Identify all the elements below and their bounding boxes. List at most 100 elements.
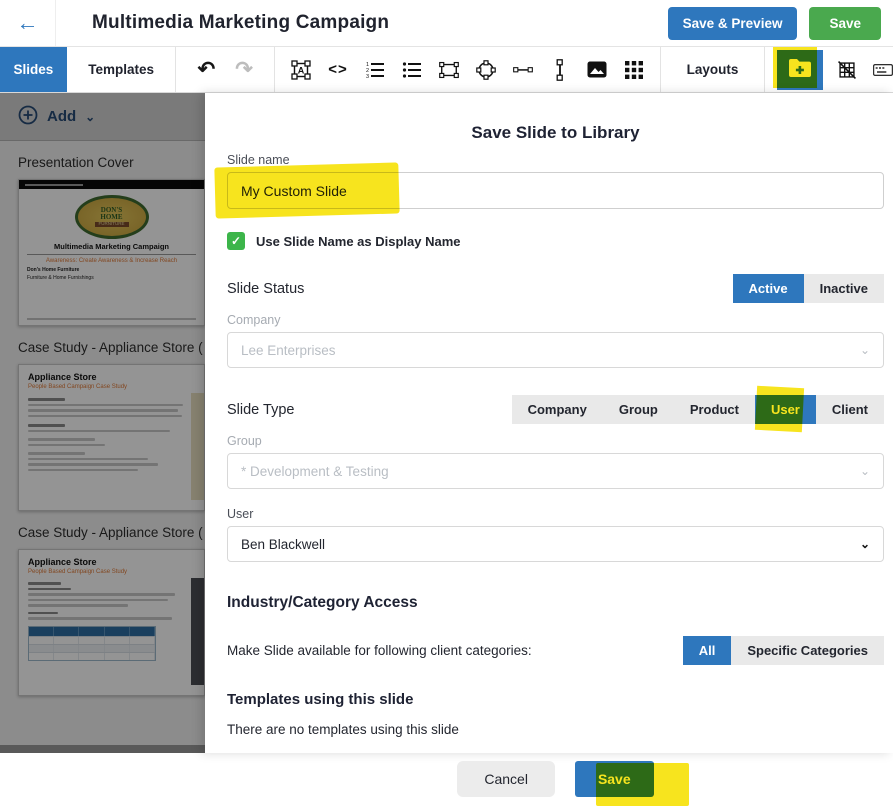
thumbnail-text-line xyxy=(28,458,148,461)
undo-icon[interactable]: ↶ xyxy=(198,57,216,82)
add-slide-button[interactable]: Add ⌄ xyxy=(0,93,205,141)
thumbnail-text-line xyxy=(28,604,128,607)
svg-text:A: A xyxy=(298,65,305,75)
image-icon[interactable] xyxy=(587,60,607,80)
slide-thumbnail-case-study-1[interactable]: Appliance Store People Based Campaign Ca… xyxy=(18,364,205,511)
folder-plus-icon xyxy=(788,58,812,81)
type-option-product[interactable]: Product xyxy=(674,395,755,424)
modal-save-button[interactable]: Save xyxy=(575,761,654,797)
ellipse-shape-icon[interactable] xyxy=(476,60,496,80)
category-option-all[interactable]: All xyxy=(683,636,732,665)
thumbnail-text-line xyxy=(28,463,158,466)
slide-type-label: Slide Type xyxy=(227,402,294,418)
thumbnail-text-line xyxy=(28,617,172,620)
status-option-inactive[interactable]: Inactive xyxy=(804,274,884,303)
slide-label-case-study-2: Case Study - Appliance Store ( xyxy=(0,511,205,549)
thumbnail-text-line xyxy=(28,409,178,412)
thumbnail-table xyxy=(28,626,156,661)
category-access-toggle: All Specific Categories xyxy=(683,636,884,665)
group-label: Group xyxy=(227,434,884,448)
thumbnail-subtitle: People Based Campaign Case Study xyxy=(28,384,195,390)
user-select[interactable]: Ben Blackwell ⌄ xyxy=(227,526,884,562)
templates-heading: Templates using this slide xyxy=(227,691,884,708)
undo-redo-group: ↶ ↷ xyxy=(176,47,274,92)
modal-title: Save Slide to Library xyxy=(227,123,884,143)
category-option-specific[interactable]: Specific Categories xyxy=(731,636,884,665)
chevron-down-icon: ⌄ xyxy=(860,343,870,357)
rectangle-shape-icon[interactable] xyxy=(439,60,459,80)
categories-availability-text: Make Slide available for following clien… xyxy=(227,643,532,658)
save-button-header[interactable]: Save xyxy=(809,7,881,40)
type-option-user[interactable]: User xyxy=(755,395,816,424)
thumbnail-text-line xyxy=(28,593,175,596)
type-option-company[interactable]: Company xyxy=(512,395,603,424)
thumbnail-title: Multimedia Marketing Campaign xyxy=(19,242,204,251)
status-option-active[interactable]: Active xyxy=(733,274,804,303)
app-header: ← Multimedia Marketing Campaign Save & P… xyxy=(0,0,893,47)
grid-blocks-icon[interactable] xyxy=(624,60,644,80)
thumbnail-text-line xyxy=(28,444,105,447)
slides-sidebar: Add ⌄ Presentation Cover DON'S HOME FURN… xyxy=(0,93,205,753)
slide-thumbnail-case-study-2[interactable]: Appliance Store People Based Campaign Ca… xyxy=(18,549,205,696)
company-label: Company xyxy=(227,313,884,327)
add-label: Add xyxy=(47,108,76,125)
thumbnail-text-line xyxy=(28,430,170,433)
slide-type-toggle: Company Group Product User Client xyxy=(512,395,884,424)
thumbnail-photo xyxy=(191,578,204,685)
chevron-down-icon: ⌄ xyxy=(860,464,870,478)
ordered-list-icon[interactable]: 123 xyxy=(365,60,385,80)
save-and-preview-button[interactable]: Save & Preview xyxy=(668,7,798,40)
thumbnail-text-line xyxy=(28,404,183,407)
code-icon[interactable]: <> xyxy=(328,60,348,80)
bullet-list-icon[interactable] xyxy=(402,60,422,80)
type-option-client[interactable]: Client xyxy=(816,395,884,424)
thumbnail-company-lines: Don's Home Furniture Furniture & Home Fu… xyxy=(27,267,204,282)
chevron-down-icon: ⌄ xyxy=(85,110,95,124)
cancel-button[interactable]: Cancel xyxy=(457,761,555,797)
slide-label-presentation-cover: Presentation Cover xyxy=(0,141,205,179)
dons-home-furniture-logo: DON'S HOME FURNITURE xyxy=(75,195,149,239)
line-connector-icon[interactable] xyxy=(513,60,533,80)
checked-checkbox-icon[interactable]: ✓ xyxy=(227,232,245,250)
text-box-icon[interactable]: A xyxy=(291,60,311,80)
editor-toolbar: Slides Templates ↶ ↷ A <> 123 xyxy=(0,47,893,93)
save-slide-to-library-button[interactable] xyxy=(777,50,823,90)
save-slide-modal: Save Slide to Library Slide name ✓ Use S… xyxy=(205,93,893,753)
type-option-group[interactable]: Group xyxy=(603,395,674,424)
thumbnail-footer-line xyxy=(27,318,196,320)
slide-thumbnail-presentation-cover[interactable]: DON'S HOME FURNITURE Multimedia Marketin… xyxy=(18,179,205,326)
thumbnail-text-line xyxy=(28,588,71,591)
grid-off-icon[interactable] xyxy=(837,60,857,80)
slide-name-label: Slide name xyxy=(227,153,884,167)
slide-name-input[interactable] xyxy=(227,172,884,209)
templates-empty-text: There are no templates using this slide xyxy=(227,722,884,737)
display-name-checkbox-row[interactable]: ✓ Use Slide Name as Display Name xyxy=(227,232,884,250)
thumbnail-text-line xyxy=(28,599,168,602)
thumbnail-text-line xyxy=(28,452,85,455)
chevron-down-icon: ⌄ xyxy=(860,537,870,551)
tab-slides[interactable]: Slides xyxy=(0,47,67,92)
thumbnail-title: Appliance Store xyxy=(28,557,195,567)
company-select[interactable]: Lee Enterprises ⌄ xyxy=(227,332,884,368)
thumbnail-text-line xyxy=(28,438,95,441)
back-arrow-icon: ← xyxy=(17,10,39,36)
layouts-button[interactable]: Layouts xyxy=(661,47,765,92)
toolbar-right-group xyxy=(765,47,893,92)
plus-circle-icon xyxy=(18,105,38,129)
group-select[interactable]: * Development & Testing ⌄ xyxy=(227,453,884,489)
thumbnail-text-line xyxy=(28,398,65,401)
sidebar-bottom-strip xyxy=(0,745,205,753)
thumbnail-text-line xyxy=(28,415,182,418)
redo-icon[interactable]: ↷ xyxy=(235,57,253,82)
document-title: Multimedia Marketing Campaign xyxy=(92,12,389,34)
thumbnail-header-bar xyxy=(19,180,204,189)
thumbnail-subtitle: People Based Campaign Case Study xyxy=(28,569,195,575)
insert-tools: A <> 123 xyxy=(275,47,661,92)
tab-templates[interactable]: Templates xyxy=(67,47,177,92)
keyboard-icon[interactable] xyxy=(873,60,893,80)
vertical-line-icon[interactable] xyxy=(550,60,570,80)
thumbnail-text-line xyxy=(28,424,65,427)
thumbnail-photo xyxy=(191,393,204,500)
back-button[interactable]: ← xyxy=(0,0,56,46)
user-label: User xyxy=(227,507,884,521)
